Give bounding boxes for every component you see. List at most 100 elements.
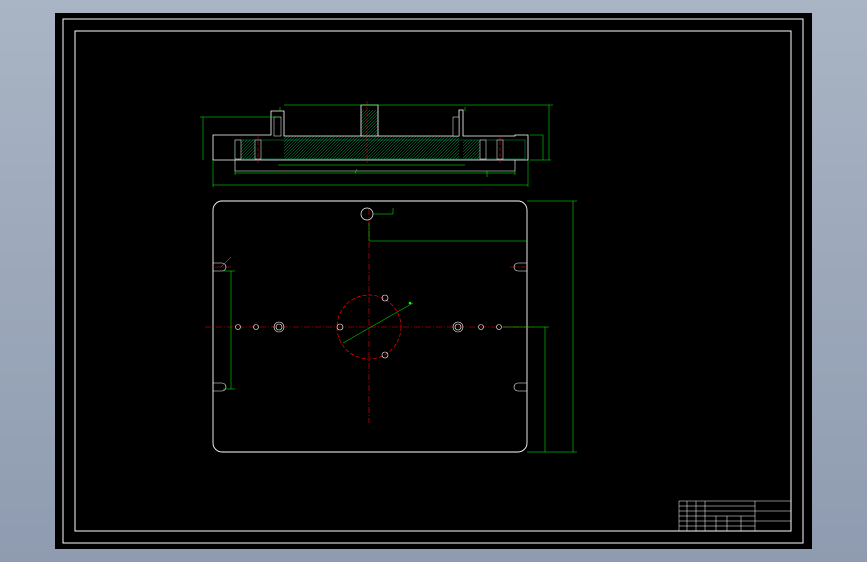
- slot-bottom-left: [213, 382, 227, 392]
- hatch-line: [240, 139, 254, 153]
- plan-dimensions: [220, 200, 577, 453]
- hatch-line: [383, 135, 408, 160]
- hatch-line: [434, 135, 459, 160]
- hatch-line: [407, 135, 432, 160]
- section-lower-step: [234, 160, 516, 172]
- hatch-line: [335, 135, 360, 160]
- title-block: [678, 500, 792, 532]
- hatch-line: [370, 128, 379, 137]
- slot-bottom-right: [513, 382, 527, 392]
- hatch-line: [353, 135, 378, 160]
- hatch-line: [401, 135, 426, 160]
- hatch-line: [308, 135, 333, 160]
- hatch-line: [240, 139, 245, 144]
- hatch-line: [248, 152, 256, 160]
- top-hole: [360, 207, 374, 221]
- hatch-line: [284, 135, 309, 160]
- outer-border: [62, 18, 804, 544]
- hatch-line: [329, 135, 354, 160]
- hatch-line: [361, 119, 379, 137]
- hatch-line: [356, 135, 381, 160]
- hatch-line: [283, 135, 288, 140]
- hatch-line: [404, 135, 429, 160]
- hatch-line: [290, 135, 315, 160]
- hatch-line: [410, 135, 435, 160]
- hatch-line: [371, 135, 396, 160]
- hatch-line: [283, 135, 291, 143]
- hatch-line: [380, 135, 405, 160]
- hatch-line: [360, 109, 377, 126]
- drawing-sheet: [62, 18, 804, 544]
- cad-viewport[interactable]: [55, 13, 812, 549]
- hatch-line: [332, 135, 357, 160]
- inner-border: [74, 30, 792, 532]
- hatch-line: [452, 152, 460, 160]
- section-hole-left: [234, 139, 242, 160]
- hatch-line: [283, 135, 306, 158]
- hatch-line: [283, 135, 303, 155]
- hatch-line: [413, 135, 438, 160]
- hatch-line: [455, 155, 460, 160]
- hatch-line: [431, 135, 456, 160]
- hatch-line: [428, 135, 453, 160]
- hatch-line: [374, 135, 399, 160]
- hatch-line: [419, 135, 444, 160]
- hatch-line: [368, 135, 393, 160]
- hatch-line: [283, 135, 297, 149]
- hatch-line: [240, 139, 248, 147]
- hatch-line: [320, 135, 345, 160]
- hatch-line: [338, 135, 363, 160]
- hatch-line: [314, 135, 339, 160]
- hatch-line: [416, 135, 441, 160]
- radius-arrow-dot: [408, 301, 412, 305]
- hatch-line: [377, 135, 402, 160]
- section-boss-left: [273, 116, 282, 137]
- section-hole-right: [479, 139, 487, 160]
- hatch-line: [347, 135, 372, 160]
- hatch-line: [462, 139, 476, 153]
- hatch-line: [446, 146, 460, 160]
- hatch-line: [467, 146, 481, 160]
- hatch-line: [386, 135, 411, 160]
- hatch-line: [425, 135, 450, 160]
- hatch-line: [240, 140, 256, 156]
- hatch-line: [296, 135, 321, 160]
- hatch-line: [398, 135, 423, 160]
- hatch-line: [317, 135, 342, 160]
- plan-view: [205, 200, 577, 453]
- hatch-line: [240, 143, 256, 159]
- hatch-line: [311, 135, 336, 160]
- hatch-line: [242, 146, 256, 160]
- section-boss-right: [452, 116, 460, 137]
- hatch-line: [302, 135, 327, 160]
- hatch-line: [443, 143, 460, 160]
- hatch-line: [299, 135, 324, 160]
- hatch-line: [359, 135, 384, 160]
- hatch-line: [365, 135, 390, 160]
- hatch-line: [323, 135, 348, 160]
- hatch-line: [360, 109, 368, 117]
- hatch-line: [344, 135, 369, 160]
- hatch-line: [440, 140, 460, 160]
- hatch-line: [462, 139, 467, 144]
- hatch-line: [341, 135, 366, 160]
- hatch-line: [283, 135, 300, 152]
- hatch-line: [476, 155, 481, 160]
- radius-leader: [342, 302, 414, 344]
- hatch-line: [462, 139, 470, 147]
- hatch-line: [367, 125, 379, 137]
- plate-outline: [212, 200, 528, 453]
- hatch-line: [350, 135, 375, 160]
- section-view: [200, 101, 553, 187]
- hatch-line: [389, 135, 414, 160]
- hatch-line: [437, 137, 460, 160]
- hatch-line: [473, 152, 481, 160]
- hatch-line: [422, 135, 447, 160]
- hatch-line: [326, 135, 351, 160]
- hatch-line: [287, 135, 312, 160]
- hatch-line: [251, 155, 256, 160]
- hatch-line: [293, 135, 318, 160]
- hatch-line: [392, 135, 417, 160]
- hatch-line: [362, 135, 387, 160]
- hatch-line: [305, 135, 330, 160]
